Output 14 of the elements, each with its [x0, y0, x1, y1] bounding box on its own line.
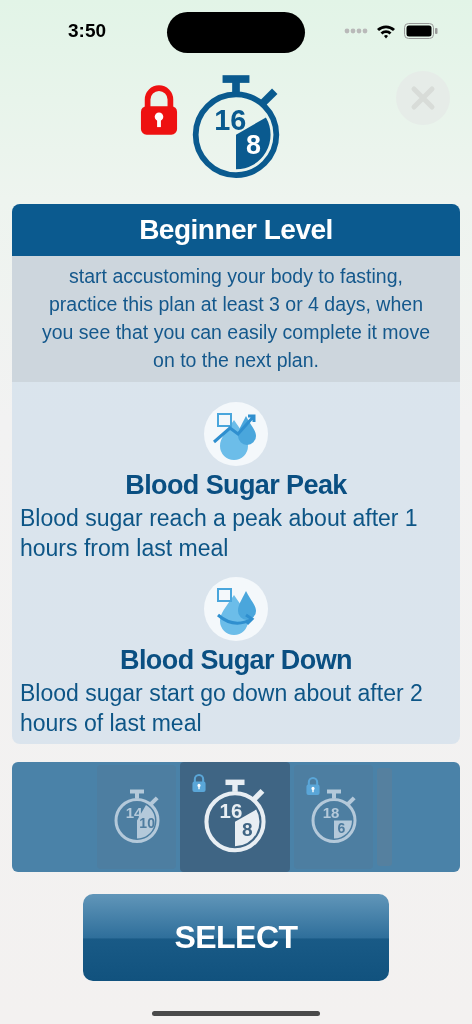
section-title: Blood Sugar Down	[120, 645, 352, 676]
section-title: Blood Sugar Peak	[125, 470, 347, 501]
status-time: 3:50	[68, 20, 107, 42]
plan-card[interactable]: 16 8	[180, 762, 290, 872]
section-text: Blood sugar start go down about after 2 hours of last meal	[20, 679, 424, 738]
battery-icon	[404, 23, 438, 39]
signal-icon	[344, 28, 368, 34]
level-description: start accustoming your body to fasting, practice this plan at least 3 or 4 days, when you see that you can easily complete it move on to the next plan.	[40, 264, 431, 373]
level-title: Beginner Level	[12, 204, 460, 256]
falling-drops-icon	[204, 577, 268, 641]
wifi-icon	[376, 23, 396, 39]
rising-drops-icon	[204, 402, 268, 466]
section-text: Blood sugar reach a peak about after 1 hours from last meal	[20, 504, 419, 563]
select-button[interactable]: SELECT	[83, 894, 389, 981]
